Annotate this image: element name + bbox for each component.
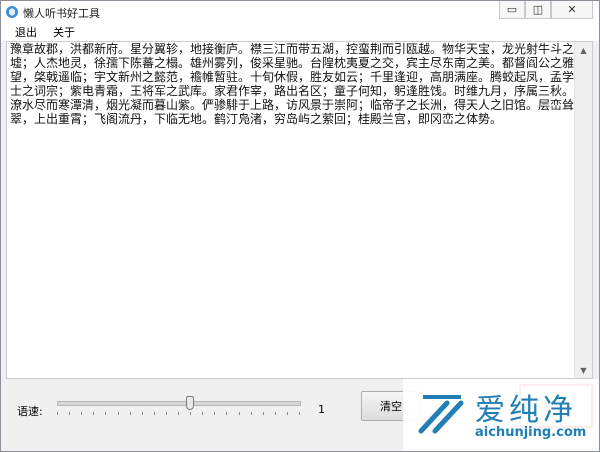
speed-label: 语速: xyxy=(17,405,43,418)
scroll-down-icon[interactable]: ▼ xyxy=(575,362,592,378)
close-icon: ✕ xyxy=(567,3,577,16)
slider-tick xyxy=(226,412,228,415)
slider-tick xyxy=(81,412,83,415)
watermark-logo-icon xyxy=(418,395,464,434)
maximize-button[interactable]: ◫ xyxy=(525,1,551,19)
slider-tick xyxy=(129,412,131,415)
watermark-name: 爱纯净 xyxy=(475,393,577,428)
slider-tick xyxy=(238,412,240,415)
slider-tick xyxy=(262,412,264,415)
vertical-scrollbar[interactable]: ▲ ▼ xyxy=(574,42,592,378)
app-window: 懒人听书好工具 ▭ ◫ ✕ 退出 关于 豫章故郡，洪都新府。星分翼轸，地接衡庐。… xyxy=(0,0,600,452)
slider-tick xyxy=(178,412,179,415)
title-bar: 懒人听书好工具 ▭ ◫ ✕ xyxy=(1,1,599,23)
slider-tick xyxy=(299,412,300,415)
menu-item-exit[interactable]: 退出 xyxy=(13,24,39,40)
slider-tick xyxy=(202,412,204,415)
minimize-icon: ▭ xyxy=(506,3,518,16)
scroll-up-icon[interactable]: ▲ xyxy=(575,42,592,58)
slider-tick xyxy=(141,412,143,415)
close-button[interactable]: ✕ xyxy=(551,1,593,19)
window-title: 懒人听书好工具 xyxy=(23,7,100,20)
slider-tick xyxy=(57,412,58,415)
minimize-button[interactable]: ▭ xyxy=(499,1,525,19)
text-content[interactable]: 豫章故郡，洪都新府。星分翼轸，地接衡庐。襟三江而带五湖，控蛮荆而引瓯越。物华天宝… xyxy=(10,42,575,126)
clear-button-label: 清空 xyxy=(380,400,402,413)
slider-tick xyxy=(214,412,216,415)
slider-tick xyxy=(190,412,192,415)
text-input-area[interactable]: 豫章故郡，洪都新府。星分翼轸，地接衡庐。襟三江而带五湖，控蛮荆而引瓯越。物华天宝… xyxy=(6,41,593,379)
menu-bar: 退出 关于 xyxy=(1,23,599,41)
slider-tick xyxy=(250,412,252,415)
speed-slider-thumb[interactable] xyxy=(186,396,195,410)
window-controls: ▭ ◫ ✕ xyxy=(499,1,593,19)
slider-tick xyxy=(105,412,107,415)
app-icon xyxy=(5,5,19,19)
watermark: 爱纯净 aichunjing.com xyxy=(403,379,599,451)
slider-tick xyxy=(117,412,119,415)
menu-item-about[interactable]: 关于 xyxy=(51,24,77,40)
slider-tick xyxy=(274,412,276,415)
speed-slider-track[interactable] xyxy=(57,401,301,406)
watermark-url: aichunjing.com xyxy=(475,425,587,440)
slider-tick xyxy=(165,412,167,415)
slider-tick xyxy=(286,412,288,415)
maximize-icon: ◫ xyxy=(532,3,544,16)
slider-tick xyxy=(153,412,155,415)
speed-value: 1 xyxy=(318,403,325,416)
slider-tick xyxy=(93,412,95,415)
slider-tick xyxy=(69,412,71,415)
